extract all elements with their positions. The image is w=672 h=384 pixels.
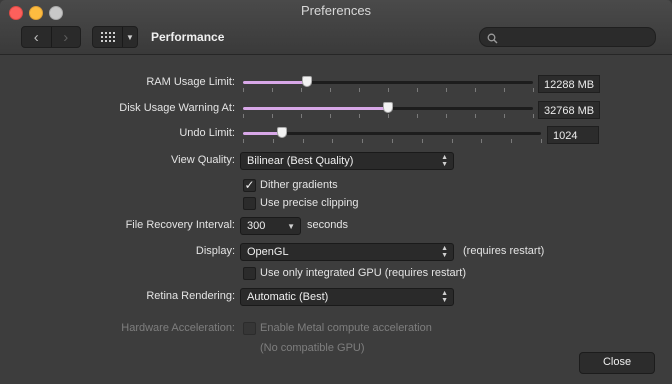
performance-panel: RAM Usage Limit: 12288 MB Disk Usage War… bbox=[0, 55, 672, 384]
metal-acceleration-checkbox bbox=[243, 322, 256, 335]
retina-rendering-popup[interactable]: Automatic (Best) ▲ ▼ bbox=[240, 288, 454, 306]
no-compatible-gpu-note: (No compatible GPU) bbox=[260, 342, 365, 354]
view-quality-label: View Quality: bbox=[171, 154, 235, 166]
forward-button[interactable]: › bbox=[52, 27, 81, 47]
slider-tick bbox=[272, 114, 273, 118]
updown-arrows-icon: ▲ ▼ bbox=[441, 154, 448, 168]
dropdown-arrow-icon[interactable]: ▼ bbox=[122, 27, 137, 47]
slider-tick bbox=[332, 139, 334, 143]
disk-warning-label: Disk Usage Warning At: bbox=[119, 102, 235, 114]
title-bar: Preferences ‹ › ▼ Performance bbox=[0, 0, 672, 55]
chevron-down-icon: ▼ bbox=[287, 222, 295, 231]
section-title: Performance bbox=[151, 30, 225, 44]
slider-tick bbox=[301, 88, 302, 92]
metal-acceleration-label: Enable Metal compute acceleration bbox=[260, 322, 432, 334]
recovery-interval-value: 300 bbox=[247, 220, 266, 232]
view-quality-value: Bilinear (Best Quality) bbox=[247, 155, 354, 167]
slider-tick bbox=[446, 114, 447, 118]
integrated-gpu-checkbox[interactable] bbox=[243, 267, 256, 280]
slider-tick bbox=[451, 139, 453, 143]
back-button[interactable]: ‹ bbox=[22, 27, 51, 47]
slider-tick bbox=[302, 139, 304, 143]
recovery-interval-label: File Recovery Interval: bbox=[125, 219, 235, 231]
slider-tick bbox=[504, 114, 505, 118]
slider-tick bbox=[533, 88, 534, 92]
slider-tick bbox=[330, 88, 331, 92]
ram-slider-knob[interactable] bbox=[301, 76, 312, 87]
slider-tick bbox=[388, 114, 389, 118]
slider-tick bbox=[388, 88, 389, 92]
slider-tick bbox=[272, 139, 274, 143]
slider-tick bbox=[446, 88, 447, 92]
ram-limit-label: RAM Usage Limit: bbox=[146, 76, 235, 88]
show-all-button[interactable]: ▼ bbox=[92, 26, 138, 48]
slider-tick bbox=[359, 88, 360, 92]
slider-tick bbox=[243, 139, 244, 143]
view-quality-popup[interactable]: Bilinear (Best Quality) ▲ ▼ bbox=[240, 152, 454, 170]
ram-slider-fill bbox=[243, 81, 307, 84]
slider-tick bbox=[272, 88, 273, 92]
slider-tick bbox=[541, 139, 542, 143]
close-button[interactable]: Close bbox=[579, 352, 655, 374]
dither-gradients-checkbox[interactable]: ✓ bbox=[243, 179, 256, 192]
display-popup[interactable]: OpenGL ▲ ▼ bbox=[240, 243, 454, 261]
ram-limit-value[interactable]: 12288 MB bbox=[538, 75, 600, 93]
integrated-gpu-label: Use only integrated GPU (requires restar… bbox=[260, 267, 467, 279]
slider-tick bbox=[359, 114, 360, 118]
retina-rendering-label: Retina Rendering: bbox=[146, 290, 235, 302]
disk-warning-slider[interactable] bbox=[243, 102, 534, 118]
slider-tick bbox=[301, 114, 302, 118]
slider-tick bbox=[511, 139, 513, 143]
chevron-left-icon: ‹ bbox=[33, 28, 39, 46]
retina-rendering-value: Automatic (Best) bbox=[247, 291, 329, 303]
updown-arrows-icon: ▲ ▼ bbox=[441, 290, 448, 304]
slider-tick bbox=[392, 139, 393, 143]
undo-slider-fill bbox=[243, 132, 282, 135]
nav-buttons: ‹ › bbox=[21, 26, 81, 48]
recovery-interval-popup[interactable]: 300 ▼ bbox=[240, 217, 301, 235]
precise-clipping-label: Use precise clipping bbox=[260, 197, 359, 209]
recovery-interval-unit: seconds bbox=[307, 219, 348, 231]
slider-tick bbox=[481, 139, 483, 143]
display-value: OpenGL bbox=[247, 246, 289, 258]
search-icon bbox=[487, 31, 498, 49]
slider-tick bbox=[504, 88, 505, 92]
undo-limit-value[interactable]: 1024 bbox=[547, 126, 599, 144]
undo-limit-label: Undo Limit: bbox=[179, 127, 235, 139]
window-title: Preferences bbox=[300, 3, 372, 18]
slider-tick bbox=[421, 139, 423, 143]
disk-slider-fill bbox=[243, 107, 388, 110]
slider-tick bbox=[330, 114, 331, 118]
disk-slider-knob[interactable] bbox=[383, 102, 393, 113]
preferences-window: Preferences ‹ › ▼ Performance RAM Usage … bbox=[0, 0, 672, 384]
slider-tick bbox=[243, 88, 244, 92]
updown-arrows-icon: ▲ ▼ bbox=[441, 245, 448, 259]
slider-tick bbox=[533, 114, 534, 118]
undo-limit-slider[interactable] bbox=[243, 127, 542, 143]
grid-icon bbox=[93, 27, 122, 47]
checkmark-icon: ✓ bbox=[244, 178, 255, 192]
slider-tick bbox=[475, 114, 476, 118]
slider-tick bbox=[417, 114, 418, 118]
display-label: Display: bbox=[195, 245, 235, 257]
slider-tick bbox=[417, 88, 418, 92]
undo-slider-knob[interactable] bbox=[276, 127, 287, 138]
hardware-acceleration-label: Hardware Acceleration: bbox=[121, 322, 235, 334]
dither-gradients-label: Dither gradients bbox=[260, 179, 338, 191]
display-restart-note: (requires restart) bbox=[463, 245, 545, 257]
precise-clipping-checkbox[interactable] bbox=[243, 197, 256, 210]
slider-tick bbox=[362, 139, 364, 143]
slider-tick bbox=[475, 88, 476, 92]
search-field[interactable] bbox=[479, 27, 656, 47]
chevron-right-icon: › bbox=[63, 28, 69, 46]
disk-warning-value[interactable]: 32768 MB bbox=[538, 101, 600, 119]
slider-tick bbox=[243, 114, 244, 118]
ram-limit-slider[interactable] bbox=[243, 76, 534, 92]
